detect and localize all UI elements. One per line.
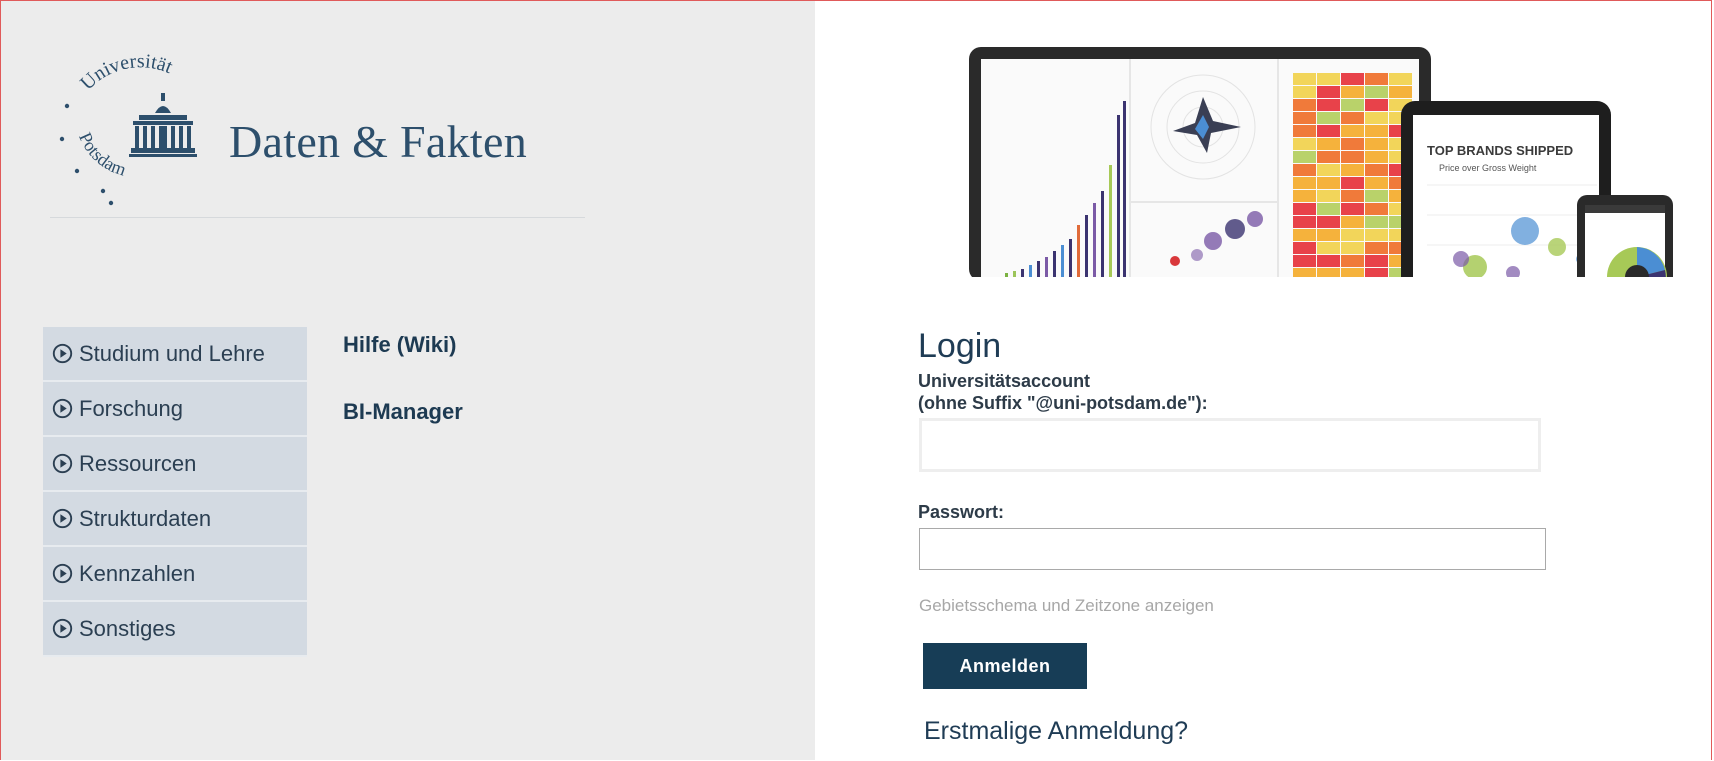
logo-title: Daten & Fakten bbox=[229, 116, 528, 167]
right-panel: TOP BRANDS SHIPPED Price over Gross Weig… bbox=[815, 1, 1711, 760]
login-title: Login bbox=[918, 327, 1002, 365]
first-login-link[interactable]: Erstmalige Anmeldung? bbox=[924, 717, 1188, 746]
tablet-chart-subtitle: Price over Gross Weight bbox=[1439, 163, 1537, 173]
login-page: Universität Potsdam Daten & Fakten Studi… bbox=[0, 0, 1712, 760]
nav-item-kennzahlen[interactable]: Kennzahlen bbox=[43, 547, 307, 602]
nav-item-label: Kennzahlen bbox=[79, 560, 196, 586]
login-button[interactable]: Anmelden bbox=[923, 643, 1087, 689]
locale-timezone-link[interactable]: Gebietsschema und Zeitzone anzeigen bbox=[919, 596, 1214, 616]
logo-lower-text: Potsdam bbox=[75, 129, 129, 179]
help-wiki-link[interactable]: Hilfe (Wiki) bbox=[343, 332, 456, 358]
svg-text:Potsdam: Potsdam bbox=[75, 129, 129, 179]
main-navigation: Studium und Lehre Forschung Ressourcen S… bbox=[43, 327, 307, 657]
svg-text:Universität: Universität bbox=[76, 51, 176, 94]
left-panel: Universität Potsdam Daten & Fakten Studi… bbox=[1, 1, 815, 760]
nav-item-studium-und-lehre[interactable]: Studium und Lehre bbox=[43, 327, 307, 382]
account-label-hint: (ohne Suffix "@uni-potsdam.de"): bbox=[918, 393, 1208, 413]
nav-item-label: Studium und Lehre bbox=[79, 340, 265, 366]
play-circle-icon bbox=[52, 398, 73, 419]
play-circle-icon bbox=[52, 508, 73, 529]
password-input[interactable] bbox=[919, 528, 1546, 570]
account-label: Universitätsaccount (ohne Suffix "@uni-p… bbox=[918, 370, 1208, 414]
nav-item-sonstiges[interactable]: Sonstiges bbox=[43, 602, 307, 657]
play-circle-icon bbox=[52, 343, 73, 364]
username-input[interactable] bbox=[919, 418, 1541, 472]
bi-manager-link[interactable]: BI-Manager bbox=[343, 399, 463, 425]
dashboard-devices-illustration: TOP BRANDS SHIPPED Price over Gross Weig… bbox=[969, 47, 1673, 277]
nav-item-label: Sonstiges bbox=[79, 615, 176, 641]
nav-item-label: Ressourcen bbox=[79, 450, 197, 476]
tablet-chart-title: TOP BRANDS SHIPPED bbox=[1427, 143, 1573, 158]
nav-item-label: Forschung bbox=[79, 395, 183, 421]
password-label: Passwort: bbox=[918, 502, 1005, 522]
nav-item-strukturdaten[interactable]: Strukturdaten bbox=[43, 492, 307, 547]
university-seal-icon: Universität Potsdam bbox=[59, 51, 197, 206]
header-divider bbox=[50, 217, 585, 218]
play-circle-icon bbox=[52, 453, 73, 474]
logo-arc-text: Universität bbox=[76, 51, 176, 94]
university-logo: Universität Potsdam Daten & Fakten bbox=[53, 51, 613, 221]
nav-item-ressourcen[interactable]: Ressourcen bbox=[43, 437, 307, 492]
nav-item-label: Strukturdaten bbox=[79, 505, 212, 531]
play-circle-icon bbox=[52, 618, 73, 639]
account-label-line: Universitätsaccount bbox=[918, 371, 1091, 391]
play-circle-icon bbox=[52, 563, 73, 584]
nav-item-forschung[interactable]: Forschung bbox=[43, 382, 307, 437]
